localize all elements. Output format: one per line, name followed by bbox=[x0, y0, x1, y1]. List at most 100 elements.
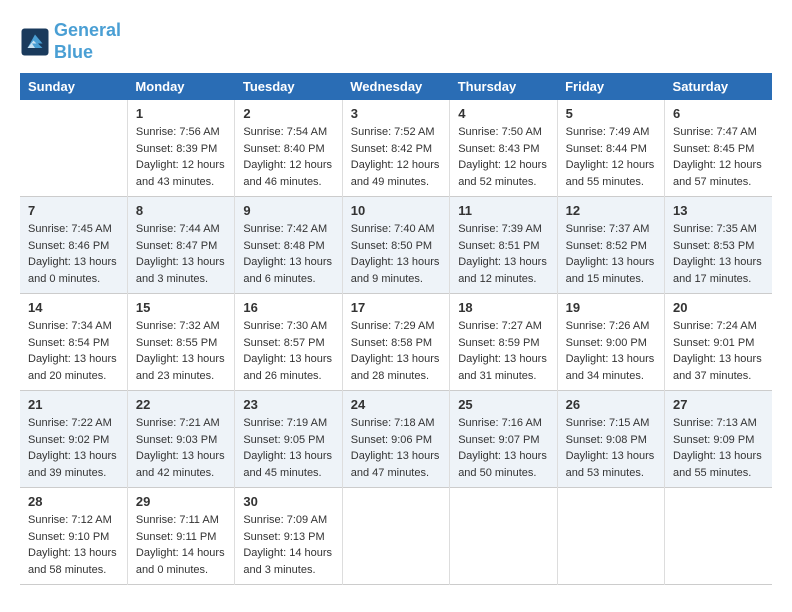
column-header-friday: Friday bbox=[557, 73, 664, 100]
day-number: 6 bbox=[673, 106, 764, 121]
day-number: 27 bbox=[673, 397, 764, 412]
calendar-cell-week4-day1: 22 Sunrise: 7:21 AM Sunset: 9:03 PM Dayli… bbox=[127, 391, 234, 488]
column-header-sunday: Sunday bbox=[20, 73, 127, 100]
day-number: 3 bbox=[351, 106, 441, 121]
day-number: 29 bbox=[136, 494, 226, 509]
column-header-tuesday: Tuesday bbox=[235, 73, 342, 100]
day-number: 26 bbox=[566, 397, 656, 412]
week-row-4: 21 Sunrise: 7:22 AM Sunset: 9:02 PM Dayli… bbox=[20, 391, 772, 488]
calendar-cell-week1-day6: 6Sunrise: 7:47 AM Sunset: 8:45 PM Daylig… bbox=[665, 100, 772, 197]
calendar-cell-week1-day0 bbox=[20, 100, 127, 197]
calendar-cell-week5-day4 bbox=[450, 488, 557, 585]
calendar-cell-week4-day6: 27 Sunrise: 7:13 AM Sunset: 9:09 PM Dayli… bbox=[665, 391, 772, 488]
calendar-cell-week1-day2: 2Sunrise: 7:54 AM Sunset: 8:40 PM Daylig… bbox=[235, 100, 342, 197]
calendar-cell-week2-day3: 10 Sunrise: 7:40 AM Sunset: 8:50 PM Dayli… bbox=[342, 197, 449, 294]
day-info: Sunrise: 7:15 AM Sunset: 9:08 PM Dayligh… bbox=[566, 415, 656, 481]
day-number: 12 bbox=[566, 203, 656, 218]
logo-text: General Blue bbox=[54, 20, 121, 63]
calendar-table: SundayMondayTuesdayWednesdayThursdayFrid… bbox=[20, 73, 772, 585]
week-row-3: 14Sunrise: 7:34 AM Sunset: 8:54 PM Dayli… bbox=[20, 294, 772, 391]
week-row-1: 1 Sunrise: 7:56 AM Sunset: 8:39 PM Daylig… bbox=[20, 100, 772, 197]
calendar-cell-week2-day1: 8 Sunrise: 7:44 AM Sunset: 8:47 PM Daylig… bbox=[127, 197, 234, 294]
page-header: General Blue bbox=[20, 20, 772, 63]
day-number: 21 bbox=[28, 397, 119, 412]
day-number: 2 bbox=[243, 106, 333, 121]
calendar-cell-week3-day2: 16Sunrise: 7:30 AM Sunset: 8:57 PM Dayli… bbox=[235, 294, 342, 391]
calendar-cell-week4-day0: 21 Sunrise: 7:22 AM Sunset: 9:02 PM Dayli… bbox=[20, 391, 127, 488]
calendar-cell-week4-day3: 24 Sunrise: 7:18 AM Sunset: 9:06 PM Dayli… bbox=[342, 391, 449, 488]
calendar-cell-week3-day3: 17Sunrise: 7:29 AM Sunset: 8:58 PM Dayli… bbox=[342, 294, 449, 391]
day-number: 28 bbox=[28, 494, 119, 509]
day-info: Sunrise: 7:50 AM Sunset: 8:43 PM Dayligh… bbox=[458, 124, 548, 190]
calendar-cell-week5-day0: 28 Sunrise: 7:12 AM Sunset: 9:10 PM Dayli… bbox=[20, 488, 127, 585]
calendar-cell-week5-day5 bbox=[557, 488, 664, 585]
day-number: 15 bbox=[136, 300, 226, 315]
day-info: Sunrise: 7:39 AM Sunset: 8:51 PM Dayligh… bbox=[458, 221, 548, 287]
calendar-cell-week4-day5: 26 Sunrise: 7:15 AM Sunset: 9:08 PM Dayli… bbox=[557, 391, 664, 488]
day-info: Sunrise: 7:09 AM Sunset: 9:13 PM Dayligh… bbox=[243, 512, 333, 578]
day-info: Sunrise: 7:29 AM Sunset: 8:58 PM Dayligh… bbox=[351, 318, 441, 384]
day-number: 16 bbox=[243, 300, 333, 315]
logo-icon bbox=[20, 27, 50, 57]
calendar-header-row: SundayMondayTuesdayWednesdayThursdayFrid… bbox=[20, 73, 772, 100]
day-info: Sunrise: 7:18 AM Sunset: 9:06 PM Dayligh… bbox=[351, 415, 441, 481]
day-info: Sunrise: 7:32 AM Sunset: 8:55 PM Dayligh… bbox=[136, 318, 226, 384]
day-info: Sunrise: 7:13 AM Sunset: 9:09 PM Dayligh… bbox=[673, 415, 764, 481]
calendar-cell-week1-day1: 1 Sunrise: 7:56 AM Sunset: 8:39 PM Daylig… bbox=[127, 100, 234, 197]
calendar-cell-week4-day4: 25 Sunrise: 7:16 AM Sunset: 9:07 PM Dayli… bbox=[450, 391, 557, 488]
day-number: 20 bbox=[673, 300, 764, 315]
day-info: Sunrise: 7:16 AM Sunset: 9:07 PM Dayligh… bbox=[458, 415, 548, 481]
calendar-cell-week1-day3: 3 Sunrise: 7:52 AM Sunset: 8:42 PM Daylig… bbox=[342, 100, 449, 197]
week-row-5: 28 Sunrise: 7:12 AM Sunset: 9:10 PM Dayli… bbox=[20, 488, 772, 585]
calendar-cell-week5-day6 bbox=[665, 488, 772, 585]
day-info: Sunrise: 7:26 AM Sunset: 9:00 PM Dayligh… bbox=[566, 318, 656, 384]
day-info: Sunrise: 7:35 AM Sunset: 8:53 PM Dayligh… bbox=[673, 221, 764, 287]
week-row-2: 7 Sunrise: 7:45 AM Sunset: 8:46 PM Daylig… bbox=[20, 197, 772, 294]
calendar-cell-week2-day5: 12Sunrise: 7:37 AM Sunset: 8:52 PM Dayli… bbox=[557, 197, 664, 294]
column-header-saturday: Saturday bbox=[665, 73, 772, 100]
day-info: Sunrise: 7:49 AM Sunset: 8:44 PM Dayligh… bbox=[566, 124, 656, 190]
day-number: 18 bbox=[458, 300, 548, 315]
day-info: Sunrise: 7:56 AM Sunset: 8:39 PM Dayligh… bbox=[136, 124, 226, 190]
calendar-cell-week1-day5: 5 Sunrise: 7:49 AM Sunset: 8:44 PM Daylig… bbox=[557, 100, 664, 197]
calendar-cell-week2-day6: 13 Sunrise: 7:35 AM Sunset: 8:53 PM Dayli… bbox=[665, 197, 772, 294]
day-info: Sunrise: 7:40 AM Sunset: 8:50 PM Dayligh… bbox=[351, 221, 441, 287]
day-info: Sunrise: 7:42 AM Sunset: 8:48 PM Dayligh… bbox=[243, 221, 333, 287]
calendar-cell-week3-day0: 14Sunrise: 7:34 AM Sunset: 8:54 PM Dayli… bbox=[20, 294, 127, 391]
day-info: Sunrise: 7:34 AM Sunset: 8:54 PM Dayligh… bbox=[28, 318, 119, 384]
day-number: 8 bbox=[136, 203, 226, 218]
day-info: Sunrise: 7:21 AM Sunset: 9:03 PM Dayligh… bbox=[136, 415, 226, 481]
day-number: 25 bbox=[458, 397, 548, 412]
day-number: 5 bbox=[566, 106, 656, 121]
day-info: Sunrise: 7:11 AM Sunset: 9:11 PM Dayligh… bbox=[136, 512, 226, 578]
day-info: Sunrise: 7:12 AM Sunset: 9:10 PM Dayligh… bbox=[28, 512, 119, 578]
day-number: 4 bbox=[458, 106, 548, 121]
calendar-cell-week3-day5: 19 Sunrise: 7:26 AM Sunset: 9:00 PM Dayli… bbox=[557, 294, 664, 391]
calendar-cell-week2-day0: 7 Sunrise: 7:45 AM Sunset: 8:46 PM Daylig… bbox=[20, 197, 127, 294]
day-number: 22 bbox=[136, 397, 226, 412]
day-number: 1 bbox=[136, 106, 226, 121]
calendar-cell-week5-day2: 30 Sunrise: 7:09 AM Sunset: 9:13 PM Dayli… bbox=[235, 488, 342, 585]
day-number: 19 bbox=[566, 300, 656, 315]
day-info: Sunrise: 7:45 AM Sunset: 8:46 PM Dayligh… bbox=[28, 221, 119, 287]
day-number: 11 bbox=[458, 203, 548, 218]
calendar-cell-week3-day6: 20 Sunrise: 7:24 AM Sunset: 9:01 PM Dayli… bbox=[665, 294, 772, 391]
day-info: Sunrise: 7:22 AM Sunset: 9:02 PM Dayligh… bbox=[28, 415, 119, 481]
day-info: Sunrise: 7:24 AM Sunset: 9:01 PM Dayligh… bbox=[673, 318, 764, 384]
calendar-cell-week5-day3 bbox=[342, 488, 449, 585]
day-number: 24 bbox=[351, 397, 441, 412]
logo: General Blue bbox=[20, 20, 121, 63]
day-number: 7 bbox=[28, 203, 119, 218]
calendar-cell-week2-day2: 9Sunrise: 7:42 AM Sunset: 8:48 PM Daylig… bbox=[235, 197, 342, 294]
day-info: Sunrise: 7:19 AM Sunset: 9:05 PM Dayligh… bbox=[243, 415, 333, 481]
day-number: 13 bbox=[673, 203, 764, 218]
day-info: Sunrise: 7:52 AM Sunset: 8:42 PM Dayligh… bbox=[351, 124, 441, 190]
calendar-cell-week1-day4: 4 Sunrise: 7:50 AM Sunset: 8:43 PM Daylig… bbox=[450, 100, 557, 197]
day-number: 30 bbox=[243, 494, 333, 509]
day-number: 23 bbox=[243, 397, 333, 412]
calendar-cell-week2-day4: 11 Sunrise: 7:39 AM Sunset: 8:51 PM Dayli… bbox=[450, 197, 557, 294]
day-number: 10 bbox=[351, 203, 441, 218]
day-info: Sunrise: 7:44 AM Sunset: 8:47 PM Dayligh… bbox=[136, 221, 226, 287]
column-header-wednesday: Wednesday bbox=[342, 73, 449, 100]
column-header-thursday: Thursday bbox=[450, 73, 557, 100]
